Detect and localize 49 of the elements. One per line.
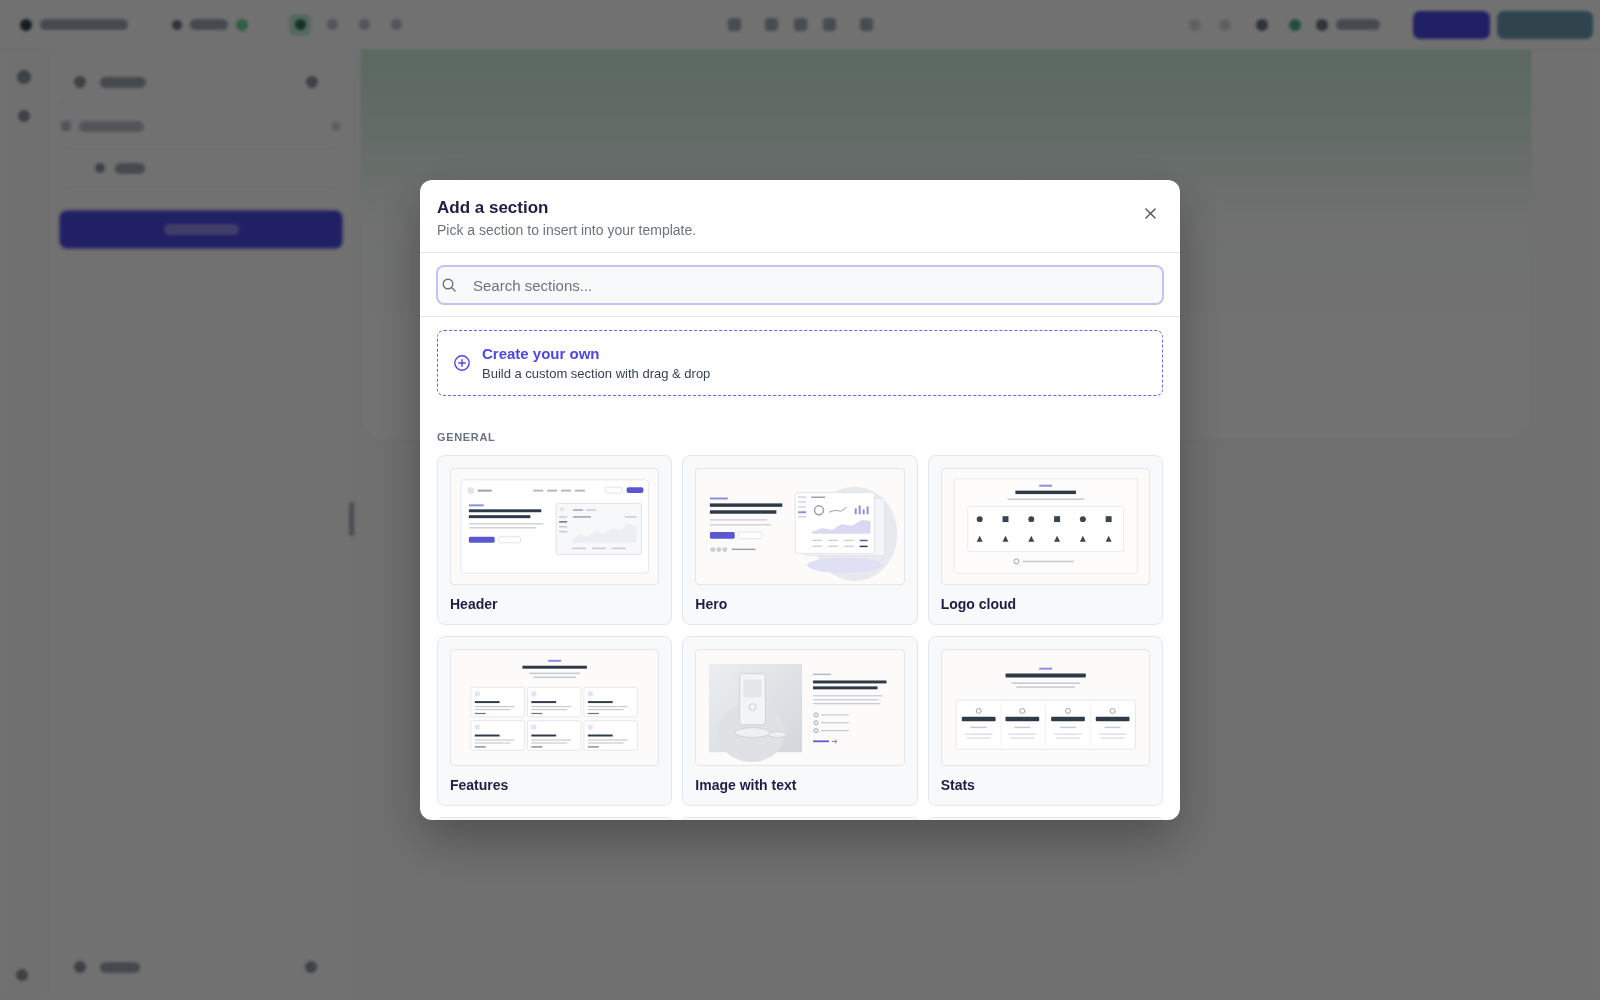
dark-button[interactable] [1497, 10, 1593, 39]
blurred-icon[interactable] [727, 18, 741, 31]
logo-icon [20, 18, 32, 31]
blurred-text [190, 19, 228, 30]
blurred-icon [294, 19, 306, 30]
resize-handle[interactable] [349, 502, 354, 536]
blurred-icon[interactable] [16, 70, 31, 84]
blurred-text [79, 120, 144, 132]
primary-button[interactable] [1413, 10, 1490, 39]
section-card[interactable]: Stats [927, 636, 1163, 806]
tool-button[interactable] [289, 13, 311, 36]
blurred-icon[interactable] [15, 969, 28, 981]
primary-button[interactable] [60, 211, 342, 248]
blurred-icon[interactable] [764, 18, 778, 31]
blurred-icon[interactable] [1256, 18, 1268, 31]
blurred-icon[interactable] [859, 18, 873, 31]
status-dot-icon [236, 18, 248, 31]
search-field[interactable]: Search sections... [436, 265, 1164, 305]
blurred-icon [326, 19, 338, 30]
blurred-icon[interactable] [172, 19, 182, 30]
blurred-icon[interactable] [17, 110, 30, 122]
plus-circle-icon [454, 355, 470, 371]
section-card[interactable]: Hero [682, 455, 918, 625]
blurred-icon[interactable] [305, 961, 317, 973]
blurred-icon [74, 76, 86, 88]
section-card[interactable]: Features [437, 636, 673, 806]
status-dot-icon [1289, 18, 1301, 31]
blurred-icon [95, 163, 105, 173]
dialog-title: Add a section [437, 197, 550, 219]
section-card[interactable]: Header [437, 455, 673, 625]
blurred-text [115, 162, 145, 174]
blurred-text [100, 961, 140, 973]
blurred-icon [390, 19, 402, 30]
section-card[interactable]: Logo cloud [927, 455, 1163, 625]
dialog-subtitle: Pick a section to insert into your template. [437, 221, 698, 240]
search-icon [442, 278, 456, 292]
blurred-icon [74, 961, 86, 973]
blurred-icon [358, 19, 370, 30]
blurred-icon[interactable] [822, 18, 836, 31]
blurred-icon[interactable] [793, 18, 807, 31]
blurred-icon[interactable] [1316, 18, 1328, 31]
blurred-icon[interactable] [306, 76, 318, 88]
blurred-icon [61, 121, 71, 131]
section-card[interactable]: Image with text [682, 636, 918, 806]
close-icon [1144, 207, 1156, 219]
group-heading: GENERAL [437, 430, 497, 444]
blurred-text [100, 76, 146, 88]
blurred-text [1336, 19, 1380, 30]
create-your-own-button[interactable]: Create your own Build a custom section with drag & drop [437, 330, 1163, 396]
